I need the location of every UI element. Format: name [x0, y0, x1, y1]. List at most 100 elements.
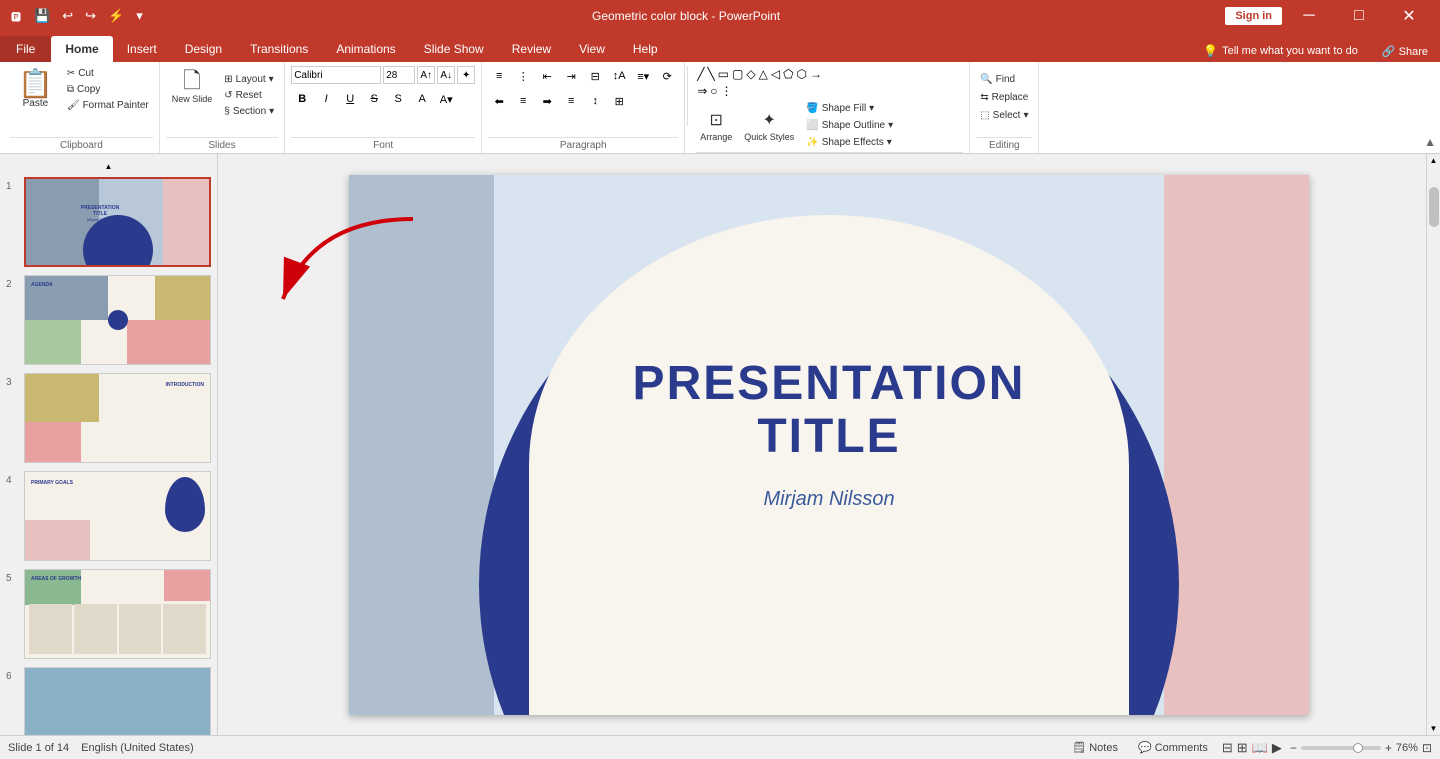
layout-button[interactable]: ⊞ Layout ▾	[220, 72, 278, 87]
save-icon[interactable]: 💾	[30, 6, 54, 26]
maximize-button[interactable]: □	[1336, 0, 1382, 32]
canvas-area: PRESENTATIONTITLE Mirjam Nilsson ▲ ▼	[218, 154, 1440, 735]
rtriangle-shape[interactable]: ◁	[770, 66, 781, 82]
zoom-in-button[interactable]: +	[1385, 741, 1392, 755]
collapse-ribbon-button[interactable]: ▲	[1424, 135, 1436, 149]
align-left-button[interactable]: ⬅	[488, 91, 510, 111]
scroll-up-button[interactable]: ▲	[1428, 154, 1440, 167]
slide-thumb-1[interactable]: PRESENTATIONTITLEMirjam Nilsson	[24, 177, 211, 267]
font-size-increase-button[interactable]: A↑	[417, 66, 435, 84]
paste-button[interactable]: 📋 Paste	[10, 66, 61, 113]
arrange-button[interactable]: ⊡ Arrange	[696, 108, 736, 144]
line-shape[interactable]: ╱	[696, 66, 705, 82]
slide-thumb-container-1: 1 PRESENTATIONTITLEMirjam Nilsson	[4, 175, 213, 269]
present-icon[interactable]: ⚡	[104, 6, 128, 26]
italic-button[interactable]: I	[315, 89, 337, 109]
redo-icon[interactable]: ↪	[81, 6, 100, 26]
zoom-slider[interactable]	[1301, 746, 1381, 750]
slide-thumb-3[interactable]: INTRODUCTION	[24, 373, 211, 463]
tab-home[interactable]: Home	[51, 36, 112, 62]
font-name-input[interactable]	[291, 66, 381, 84]
tab-transitions[interactable]: Transitions	[236, 36, 322, 62]
tab-file[interactable]: File	[0, 36, 51, 62]
numbered-list-button[interactable]: ⋮	[512, 66, 534, 86]
slide-canvas[interactable]: PRESENTATIONTITLE Mirjam Nilsson	[349, 175, 1309, 715]
scroll-thumb[interactable]	[1429, 187, 1439, 227]
tab-slideshow[interactable]: Slide Show	[410, 36, 498, 62]
section-button[interactable]: § Section ▾	[220, 104, 278, 119]
darrow-shape[interactable]: ⇒	[696, 83, 708, 99]
signin-button[interactable]: Sign in	[1225, 7, 1282, 25]
bullet-list-button[interactable]: ≡	[488, 66, 510, 86]
shape-fill-button[interactable]: 🪣 Shape Fill ▾	[802, 101, 897, 116]
tab-insert[interactable]: Insert	[113, 36, 171, 62]
find-button[interactable]: 🔍 Find	[976, 72, 1019, 87]
format-painter-button[interactable]: 🖌 Format Painter	[63, 98, 153, 113]
circle-shape[interactable]: ○	[709, 83, 718, 99]
clear-formatting-button[interactable]: ✦	[457, 66, 475, 84]
shape-outline-button[interactable]: ⬜ Shape Outline ▾	[802, 118, 897, 133]
align-right-button[interactable]: ➡	[536, 91, 558, 111]
notes-button[interactable]: 🗒 Notes	[1066, 740, 1124, 755]
minimize-button[interactable]: ─	[1286, 0, 1332, 32]
share-button[interactable]: 🔗 Share	[1370, 45, 1440, 58]
slide-sorter-button[interactable]: ⊞	[1237, 740, 1248, 756]
replace-button[interactable]: ⇆ Replace	[976, 90, 1032, 105]
zoom-out-button[interactable]: −	[1290, 741, 1297, 755]
line2-shape[interactable]: ╲	[706, 66, 715, 82]
triangle-shape[interactable]: △	[758, 66, 769, 82]
font-color-button[interactable]: A	[411, 89, 433, 109]
strikethrough-button[interactable]: S	[363, 89, 385, 109]
tell-me-bar[interactable]: 💡 Tell me what you want to do	[1191, 44, 1370, 58]
tab-design[interactable]: Design	[171, 36, 236, 62]
copy-button[interactable]: ⧉ Copy	[63, 82, 153, 97]
column-width-button[interactable]: ⊞	[608, 91, 630, 111]
underline-button[interactable]: U	[339, 89, 361, 109]
tab-review[interactable]: Review	[498, 36, 565, 62]
hexagon-shape[interactable]: ⬡	[796, 66, 808, 82]
reading-view-button[interactable]: 📖	[1252, 740, 1268, 756]
columns-button[interactable]: ⊟	[584, 66, 606, 86]
fit-screen-button[interactable]: ⊡	[1422, 741, 1432, 755]
text-highlight-button[interactable]: A▾	[435, 89, 457, 109]
more-shapes[interactable]: ⋮	[720, 83, 734, 99]
slideshow-button[interactable]: ▶	[1272, 740, 1282, 756]
slide-thumb-2[interactable]: AGENDA	[24, 275, 211, 365]
text-shadow-button[interactable]: S	[387, 89, 409, 109]
roundrect-shape[interactable]: ▢	[731, 66, 744, 82]
text-direction-button[interactable]: ↕A	[608, 66, 630, 86]
slide-thumb-5[interactable]: AREAS OF GROWTH	[24, 569, 211, 659]
normal-view-button[interactable]: ⊟	[1222, 740, 1233, 756]
cut-button[interactable]: ✂ Cut	[63, 66, 153, 81]
comments-button[interactable]: 💬 Comments	[1132, 740, 1214, 755]
line-spacing-button[interactable]: ↕	[584, 91, 606, 111]
font-size-decrease-button[interactable]: A↓	[437, 66, 455, 84]
tab-help[interactable]: Help	[619, 36, 672, 62]
tab-animations[interactable]: Animations	[322, 36, 409, 62]
quick-styles-button[interactable]: ✦ Quick Styles	[740, 108, 798, 144]
align-text-button[interactable]: ≡▾	[632, 66, 654, 86]
pentagon-shape[interactable]: ⬠	[782, 66, 794, 82]
close-button[interactable]: ✕	[1386, 0, 1432, 32]
diamond-shape[interactable]: ◇	[745, 66, 756, 82]
decrease-indent-button[interactable]: ⇤	[536, 66, 558, 86]
convert-smartart-button[interactable]: ⟳	[656, 66, 678, 86]
scroll-down-button[interactable]: ▼	[1428, 722, 1440, 735]
justify-button[interactable]: ≡	[560, 91, 582, 111]
slide-thumb-6[interactable]	[24, 667, 211, 735]
reset-button[interactable]: ↺ Reset	[220, 88, 278, 103]
new-slide-button[interactable]: 🗋 New Slide	[166, 66, 219, 108]
align-center-button[interactable]: ≡	[512, 91, 534, 111]
bold-button[interactable]: B	[291, 89, 313, 109]
shape-effects-button[interactable]: ✨ Shape Effects ▾	[802, 135, 897, 150]
tab-view[interactable]: View	[565, 36, 619, 62]
arrow-shape[interactable]: →	[809, 66, 823, 82]
slides-scroll-up[interactable]: ▲	[4, 162, 213, 171]
select-button[interactable]: ⬚ Select ▾	[976, 108, 1032, 123]
rect-shape[interactable]: ▭	[717, 66, 730, 82]
undo-icon[interactable]: ↩	[58, 6, 77, 26]
more-icon[interactable]: ▾	[132, 6, 147, 26]
slide-thumb-4[interactable]: PRIMARY GOALS	[24, 471, 211, 561]
font-size-input[interactable]	[383, 66, 415, 84]
increase-indent-button[interactable]: ⇥	[560, 66, 582, 86]
